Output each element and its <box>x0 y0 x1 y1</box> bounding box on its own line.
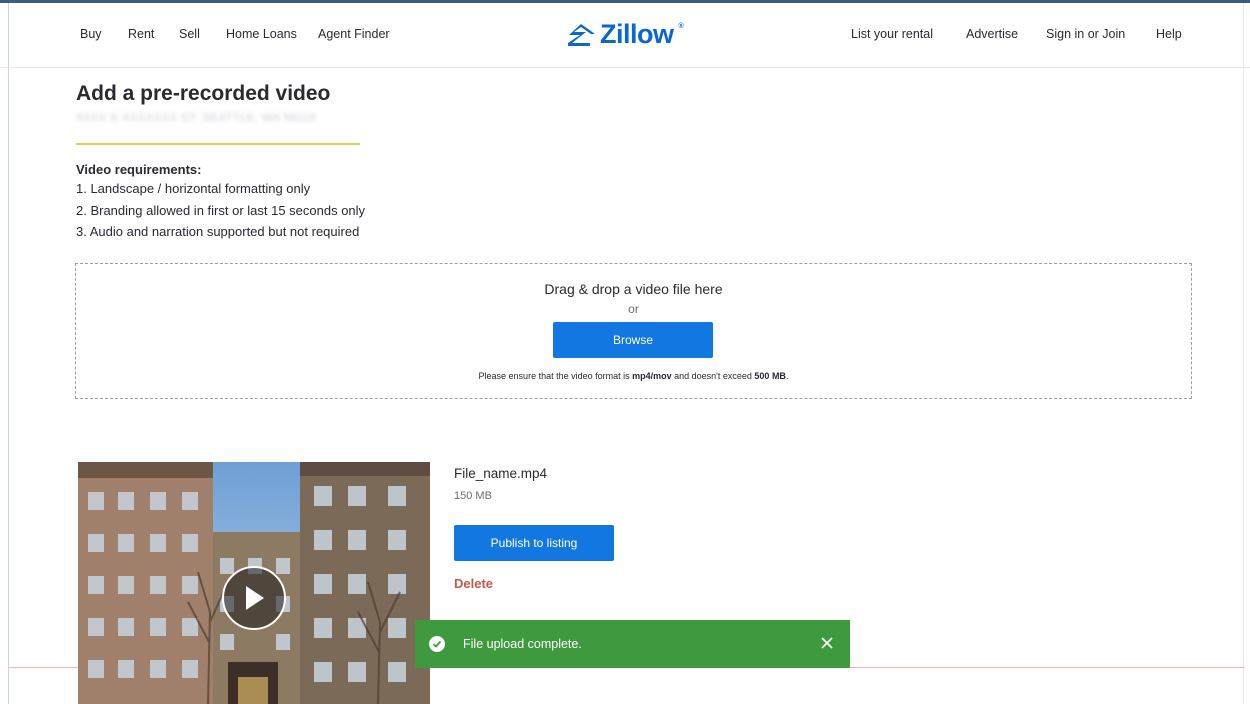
toast-message: File upload complete. <box>463 637 582 651</box>
nav-home-loans[interactable]: Home Loans <box>226 27 297 41</box>
window-right-border <box>1243 3 1244 704</box>
nav-agent-finder[interactable]: Agent Finder <box>318 27 390 41</box>
section-divider <box>9 667 78 668</box>
play-icon <box>246 586 264 610</box>
nav-sign-in[interactable]: Sign in or Join <box>1046 27 1125 41</box>
zillow-house-icon <box>568 23 595 46</box>
nav-rent[interactable]: Rent <box>128 27 154 41</box>
title-underline <box>76 143 360 145</box>
file-size: 150 MB <box>454 490 492 502</box>
dropzone-or: or <box>628 302 639 316</box>
play-button[interactable] <box>222 566 286 630</box>
video-dropzone[interactable]: Drag & drop a video file here or Browse … <box>75 263 1192 399</box>
nav-advertise[interactable]: Advertise <box>966 27 1018 41</box>
format-note: Please ensure that the video format is m… <box>76 371 1191 381</box>
brand-name: Zillow <box>600 19 674 49</box>
format-note-middle: and doesn't exceed <box>671 371 755 381</box>
window-left-border <box>8 3 9 704</box>
browse-button[interactable]: Browse <box>553 322 713 358</box>
nav-sell[interactable]: Sell <box>179 27 200 41</box>
page-title: Add a pre-recorded video <box>76 82 331 105</box>
zillow-logo[interactable]: Zillow ® <box>566 19 684 50</box>
check-circle-icon <box>429 636 445 652</box>
top-navigation: Buy Rent Sell Home Loans Agent Finder Zi… <box>0 3 1250 68</box>
listing-address: 4XXX S XXXXXXX ST, SEATTLE, WA 98118 <box>76 112 317 124</box>
format-note-prefix: Please ensure that the video format is <box>478 371 633 381</box>
publish-to-listing-button[interactable]: Publish to listing <box>454 525 614 561</box>
requirement-item: 2. Branding allowed in first or last 15 … <box>76 203 366 218</box>
close-icon[interactable] <box>818 634 836 652</box>
dropzone-instruction: Drag & drop a video file here <box>544 281 723 297</box>
format-note-format: mp4/mov <box>632 371 672 381</box>
nav-list-your-rental[interactable]: List your rental <box>851 27 933 41</box>
file-name: File_name.mp4 <box>454 466 548 481</box>
format-note-suffix: . <box>785 371 789 381</box>
delete-link[interactable]: Delete <box>454 576 493 591</box>
upload-complete-toast: File upload complete. <box>415 620 850 668</box>
trademark-symbol: ® <box>678 23 684 30</box>
nav-buy[interactable]: Buy <box>80 27 102 41</box>
video-thumbnail[interactable] <box>78 462 430 704</box>
nav-help[interactable]: Help <box>1156 27 1182 41</box>
requirements-heading: Video requirements: <box>76 162 202 177</box>
format-note-limit: 500 MB <box>754 371 786 381</box>
requirement-item: 1. Landscape / horizontal formatting onl… <box>76 181 311 196</box>
requirement-item: 3. Audio and narration supported but not… <box>76 224 360 239</box>
